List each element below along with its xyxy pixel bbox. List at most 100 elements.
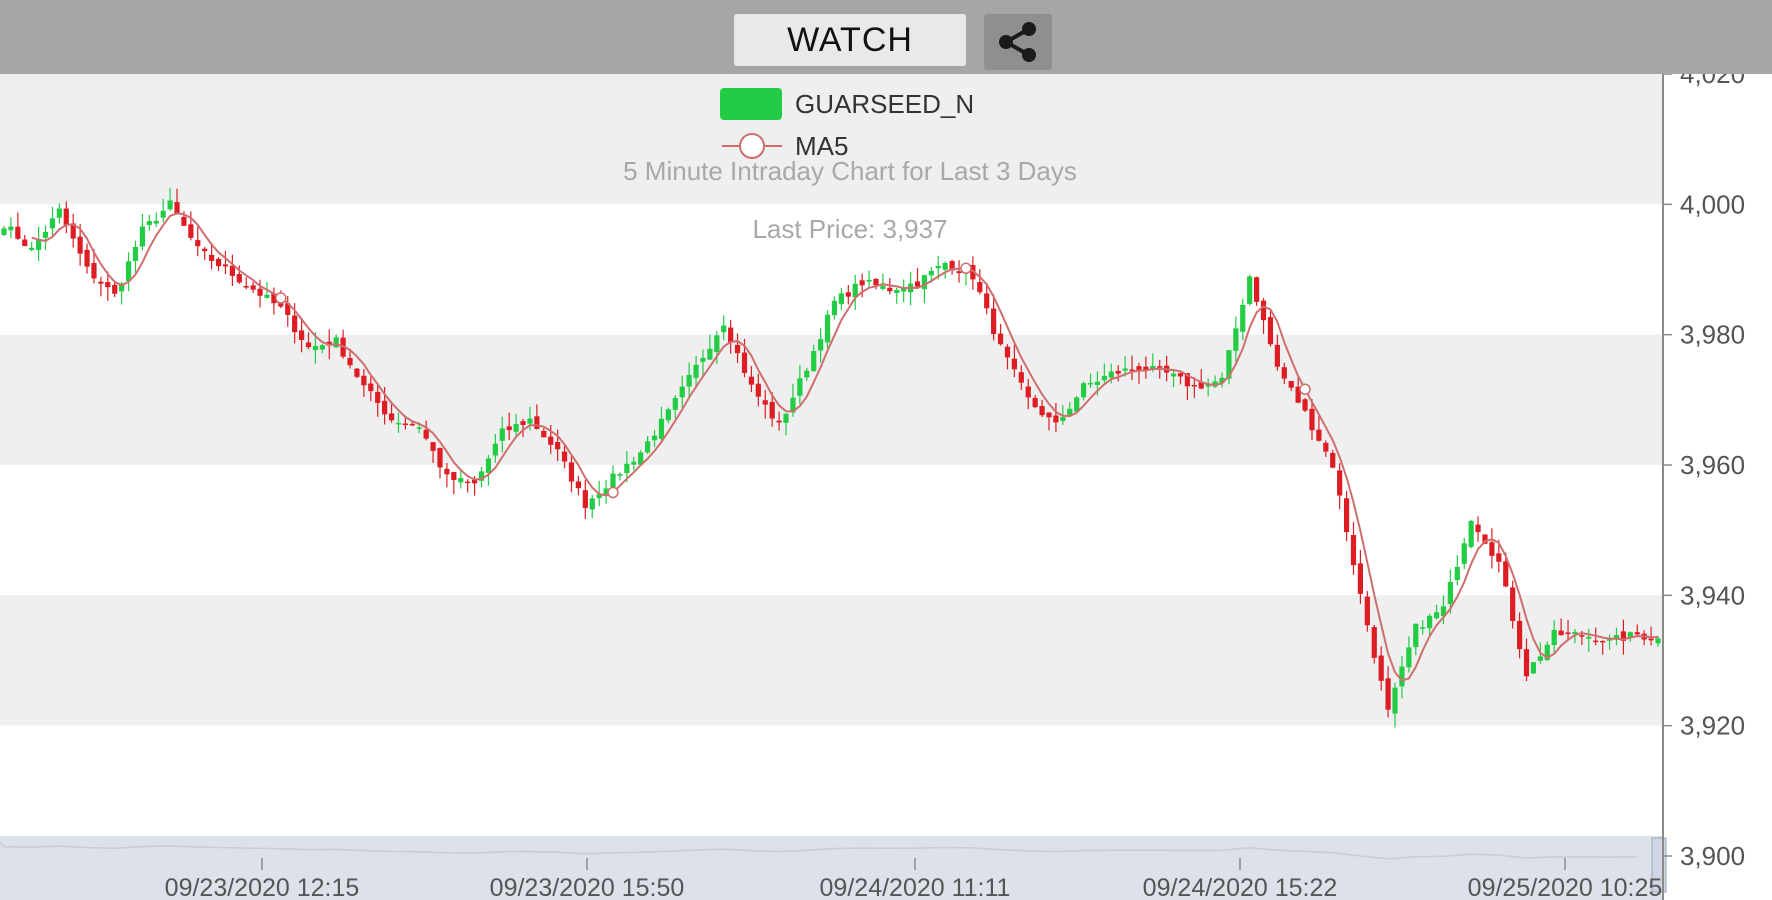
candle-body	[402, 423, 408, 426]
candle-body	[1343, 498, 1350, 533]
candle-body	[1579, 635, 1585, 637]
candle-body	[437, 448, 443, 468]
candle-body	[1191, 384, 1197, 387]
candle-body	[1025, 386, 1031, 398]
candle-body	[409, 423, 415, 426]
candle-body	[1177, 373, 1184, 377]
candle-body	[465, 481, 471, 484]
candle-body	[423, 429, 429, 439]
candle-body	[818, 339, 824, 351]
candle-body	[1011, 358, 1017, 370]
plot-band	[0, 595, 1662, 726]
candle-body	[1523, 649, 1530, 677]
candle-body	[264, 294, 270, 298]
candle-body	[215, 258, 222, 267]
candle-body	[146, 221, 152, 226]
candle-body	[458, 477, 464, 483]
candle-body	[395, 422, 402, 425]
candle-body	[1053, 415, 1059, 423]
x-tick-label: 09/24/2020 11:11	[820, 874, 1011, 900]
candle-body	[499, 428, 505, 441]
candle-body	[1489, 542, 1495, 556]
candle-body	[991, 308, 997, 335]
candle-body	[1080, 383, 1087, 398]
candle-body	[42, 231, 49, 238]
candle-body	[645, 441, 651, 453]
candle-body	[1136, 366, 1142, 370]
candle-body	[91, 263, 97, 279]
watch-button[interactable]: WATCH	[734, 14, 966, 66]
candle-body	[1357, 563, 1364, 594]
candle-body	[112, 284, 118, 294]
candle-body	[700, 357, 706, 362]
candle-body	[305, 342, 312, 348]
candle-body	[1516, 620, 1523, 650]
candle-body	[880, 285, 886, 289]
candle-body	[1399, 666, 1405, 687]
candle-body	[741, 352, 748, 373]
candle-body	[1039, 406, 1045, 416]
candle-body	[1392, 687, 1398, 714]
candle-body	[1420, 627, 1426, 629]
candle-body	[222, 264, 229, 267]
candle-body	[492, 443, 498, 456]
candle-body	[56, 208, 62, 218]
candle-body	[589, 498, 595, 510]
ma5-marker	[1299, 383, 1311, 396]
candle-body	[319, 345, 325, 350]
candle-body	[541, 430, 547, 438]
candle-body	[1240, 304, 1246, 332]
candle-body	[1302, 399, 1308, 411]
candle-body	[1371, 627, 1377, 658]
candle-body	[1454, 566, 1460, 581]
x-tick-label: 09/23/2020 15:50	[490, 874, 685, 900]
candle-body	[98, 281, 104, 284]
candle-body	[1551, 629, 1557, 646]
candle-body	[1634, 632, 1640, 635]
share-icon	[999, 22, 1036, 62]
candle-body	[928, 270, 934, 276]
share-button[interactable]	[984, 14, 1052, 70]
candle-body	[921, 275, 928, 290]
candle-body	[935, 265, 941, 269]
candle-body	[714, 335, 720, 353]
candle-body	[298, 330, 305, 340]
candle-body	[1593, 640, 1599, 643]
candle-body	[914, 281, 921, 287]
candle-body	[1157, 366, 1163, 368]
candle-body	[22, 239, 28, 247]
candle-body	[811, 351, 817, 372]
candle-body	[139, 226, 146, 247]
candle-body	[1046, 412, 1052, 418]
candle-body	[1267, 317, 1274, 345]
legend-swatch-guarseed	[720, 88, 782, 120]
candle-body	[582, 490, 588, 508]
candle-body	[1537, 656, 1543, 661]
candle-body	[797, 378, 803, 396]
top-toolbar: WATCH	[0, 0, 1772, 74]
plot-band	[0, 334, 1662, 465]
candle-body	[1447, 581, 1453, 604]
candle-body	[105, 282, 111, 288]
y-tick-label: 3,980	[1680, 320, 1745, 350]
candle-body	[257, 288, 263, 296]
candle-body	[1274, 344, 1280, 367]
candle-body	[831, 300, 838, 316]
candle-body	[617, 474, 623, 476]
candle-body	[430, 442, 436, 451]
candle-body	[1427, 615, 1433, 629]
candle-body	[181, 216, 187, 226]
candle-body	[354, 368, 360, 377]
candle-body	[824, 314, 831, 343]
candle-body	[1288, 380, 1294, 388]
candle-body	[755, 383, 761, 397]
candle-body	[174, 201, 180, 215]
candle-body	[1475, 524, 1481, 533]
y-tick-label: 4,000	[1680, 189, 1745, 219]
y-axis: 3,900 3,920 3,940 3,960 3,980 4,000 4,020	[1663, 74, 1745, 871]
candle-body	[984, 293, 990, 309]
candle-body	[707, 348, 713, 360]
candle-body	[1254, 277, 1260, 302]
candle-body	[388, 413, 395, 421]
candle-body	[679, 386, 685, 398]
